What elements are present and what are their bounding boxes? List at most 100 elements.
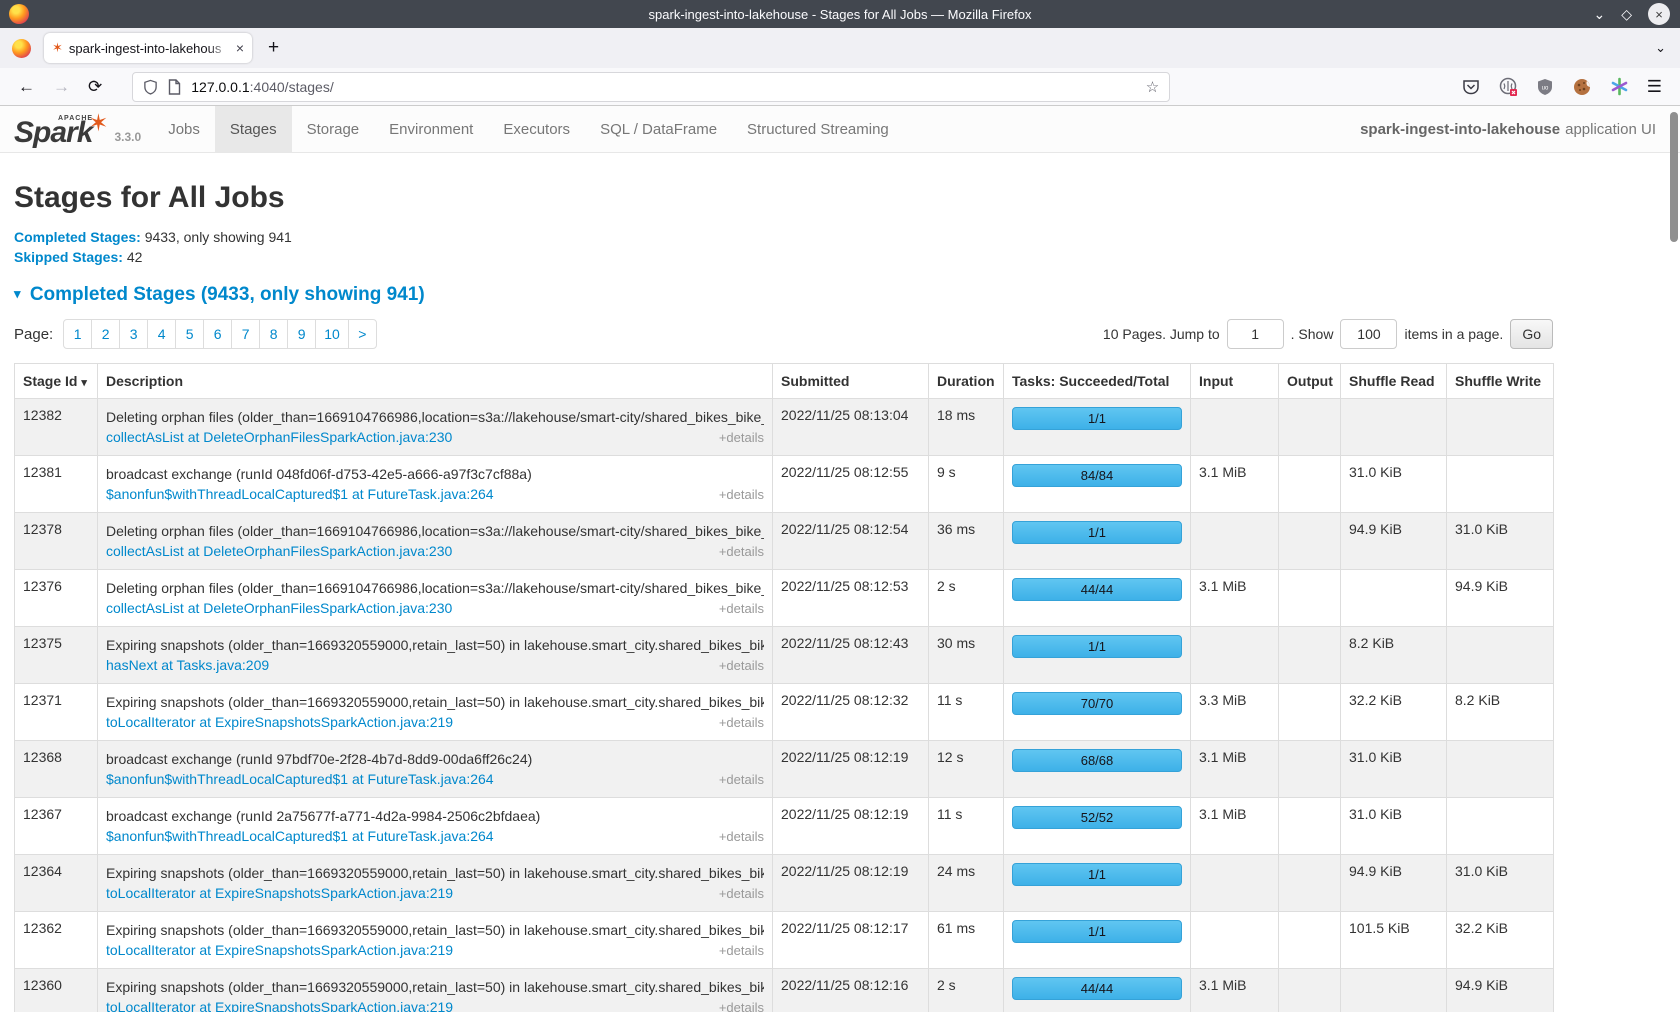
nav-item-stages[interactable]: Stages <box>215 106 292 152</box>
stage-callsite-link[interactable]: collectAsList at DeleteOrphanFilesSparkA… <box>106 542 452 561</box>
url-bar[interactable]: 127.0.0.1:4040/stages/ ☆ <box>132 72 1170 102</box>
details-toggle[interactable]: +details <box>719 599 764 618</box>
input-cell <box>1191 399 1279 456</box>
list-tabs-icon[interactable]: ⌄ <box>1655 40 1666 56</box>
nav-item-storage[interactable]: Storage <box>292 106 375 152</box>
back-icon[interactable]: ← <box>18 77 35 97</box>
details-toggle[interactable]: +details <box>719 998 764 1012</box>
page-info-icon[interactable] <box>168 79 181 95</box>
details-toggle[interactable]: +details <box>719 770 764 789</box>
shuffle-write-cell <box>1447 798 1554 855</box>
description-cell: broadcast exchange (runId 97bdf70e-2f28-… <box>98 741 773 798</box>
stage-callsite-link[interactable]: hasNext at Tasks.java:209 <box>106 656 269 675</box>
maximize-icon[interactable]: ◇ <box>1621 7 1632 21</box>
header-tasks[interactable]: Tasks: Succeeded/Total <box>1004 364 1191 399</box>
scrollbar-thumb[interactable] <box>1670 112 1678 242</box>
extension-disabled-icon[interactable] <box>1498 77 1518 97</box>
multi-account-asterisk-icon[interactable] <box>1610 77 1629 96</box>
header-shuffle-write[interactable]: Shuffle Write <box>1447 364 1554 399</box>
shuffle-read-cell <box>1341 969 1447 1012</box>
reload-icon[interactable]: ⟳ <box>88 77 102 97</box>
browser-tab[interactable]: ✶ spark-ingest-into-lakehous × <box>44 33 252 63</box>
input-cell: 3.1 MiB <box>1191 456 1279 513</box>
details-toggle[interactable]: +details <box>719 542 764 561</box>
header-description[interactable]: Description <box>98 364 773 399</box>
page-button[interactable]: 2 <box>91 319 120 349</box>
page-button[interactable]: 8 <box>259 319 288 349</box>
window-title: spark-ingest-into-lakehouse - Stages for… <box>649 7 1032 22</box>
page-button[interactable]: 7 <box>231 319 260 349</box>
stage-callsite-link[interactable]: $anonfun$withThreadLocalCaptured$1 at Fu… <box>106 485 494 504</box>
details-toggle[interactable]: +details <box>719 941 764 960</box>
page-button[interactable]: 9 <box>287 319 316 349</box>
details-toggle[interactable]: +details <box>719 827 764 846</box>
tasks-progress-bar: 52/52 <box>1012 806 1182 829</box>
header-stage-id[interactable]: Stage Id ▾ <box>15 364 98 399</box>
duration-cell: 2 s <box>929 570 1004 627</box>
tasks-progress-bar: 44/44 <box>1012 578 1182 601</box>
tasks-cell: 84/84 <box>1004 456 1191 513</box>
stage-callsite-link[interactable]: toLocalIterator at ExpireSnapshotsSparkA… <box>106 941 453 960</box>
table-row: 12378 Deleting orphan files (older_than=… <box>15 513 1554 570</box>
shield-icon[interactable] <box>143 79 158 95</box>
nav-item-environment[interactable]: Environment <box>374 106 488 152</box>
ublock-icon[interactable]: uo <box>1536 78 1554 96</box>
tasks-progress-bar: 1/1 <box>1012 863 1182 886</box>
nav-item-sql-dataframe[interactable]: SQL / DataFrame <box>585 106 732 152</box>
new-tab-button[interactable]: + <box>268 37 279 59</box>
menu-hamburger-icon[interactable]: ☰ <box>1647 77 1662 97</box>
stage-id-cell: 12378 <box>15 513 98 570</box>
header-shuffle-read[interactable]: Shuffle Read <box>1341 364 1447 399</box>
details-toggle[interactable]: +details <box>719 656 764 675</box>
details-toggle[interactable]: +details <box>719 485 764 504</box>
cookie-icon[interactable] <box>1572 77 1592 97</box>
stage-callsite-link[interactable]: $anonfun$withThreadLocalCaptured$1 at Fu… <box>106 770 494 789</box>
header-submitted[interactable]: Submitted <box>773 364 929 399</box>
input-cell <box>1191 513 1279 570</box>
stage-callsite-link[interactable]: collectAsList at DeleteOrphanFilesSparkA… <box>106 599 452 618</box>
pocket-icon[interactable] <box>1462 78 1480 96</box>
spark-logo[interactable]: APACHE Spark ✶ 3.3.0 <box>0 106 153 152</box>
details-toggle[interactable]: +details <box>719 428 764 447</box>
go-button[interactable]: Go <box>1510 319 1553 349</box>
header-input[interactable]: Input <box>1191 364 1279 399</box>
nav-item-jobs[interactable]: Jobs <box>153 106 215 152</box>
bookmark-star-icon[interactable]: ☆ <box>1146 78 1159 96</box>
description-cell: Deleting orphan files (older_than=166910… <box>98 570 773 627</box>
nav-item-structured-streaming[interactable]: Structured Streaming <box>732 106 904 152</box>
jump-to-page-input[interactable] <box>1227 319 1284 349</box>
completed-stages-section-toggle[interactable]: ▾ Completed Stages (9433, only showing 9… <box>14 284 1666 306</box>
stage-id-cell: 12364 <box>15 855 98 912</box>
page-button[interactable]: 6 <box>203 319 232 349</box>
items-per-page-input[interactable] <box>1340 319 1397 349</box>
details-toggle[interactable]: +details <box>719 884 764 903</box>
firefox-menu-icon[interactable] <box>12 39 31 58</box>
stage-id-cell: 12375 <box>15 627 98 684</box>
page-button[interactable]: 3 <box>119 319 148 349</box>
forward-icon[interactable]: → <box>53 77 70 97</box>
page-button[interactable]: > <box>348 319 377 349</box>
duration-cell: 11 s <box>929 684 1004 741</box>
stage-callsite-link[interactable]: toLocalIterator at ExpireSnapshotsSparkA… <box>106 998 453 1012</box>
stage-callsite-link[interactable]: $anonfun$withThreadLocalCaptured$1 at Fu… <box>106 827 494 846</box>
window-close-icon[interactable]: × <box>1648 3 1670 25</box>
page-button[interactable]: 5 <box>175 319 204 349</box>
page-button[interactable]: 10 <box>315 319 349 349</box>
header-output[interactable]: Output <box>1279 364 1341 399</box>
input-cell: 3.1 MiB <box>1191 741 1279 798</box>
tasks-cell: 52/52 <box>1004 798 1191 855</box>
description-cell: broadcast exchange (runId 2a75677f-a771-… <box>98 798 773 855</box>
page-button[interactable]: 1 <box>63 319 92 349</box>
minimize-icon[interactable]: ⌄ <box>1593 7 1605 21</box>
details-toggle[interactable]: +details <box>719 713 764 732</box>
page-button[interactable]: 4 <box>147 319 176 349</box>
url-text[interactable]: 127.0.0.1:4040/stages/ <box>191 79 1146 95</box>
output-cell <box>1279 798 1341 855</box>
table-row: 12362 Expiring snapshots (older_than=166… <box>15 912 1554 969</box>
stage-callsite-link[interactable]: toLocalIterator at ExpireSnapshotsSparkA… <box>106 884 453 903</box>
stage-callsite-link[interactable]: collectAsList at DeleteOrphanFilesSparkA… <box>106 428 452 447</box>
header-duration[interactable]: Duration <box>929 364 1004 399</box>
stage-callsite-link[interactable]: toLocalIterator at ExpireSnapshotsSparkA… <box>106 713 453 732</box>
tab-close-icon[interactable]: × <box>236 40 244 56</box>
nav-item-executors[interactable]: Executors <box>488 106 585 152</box>
